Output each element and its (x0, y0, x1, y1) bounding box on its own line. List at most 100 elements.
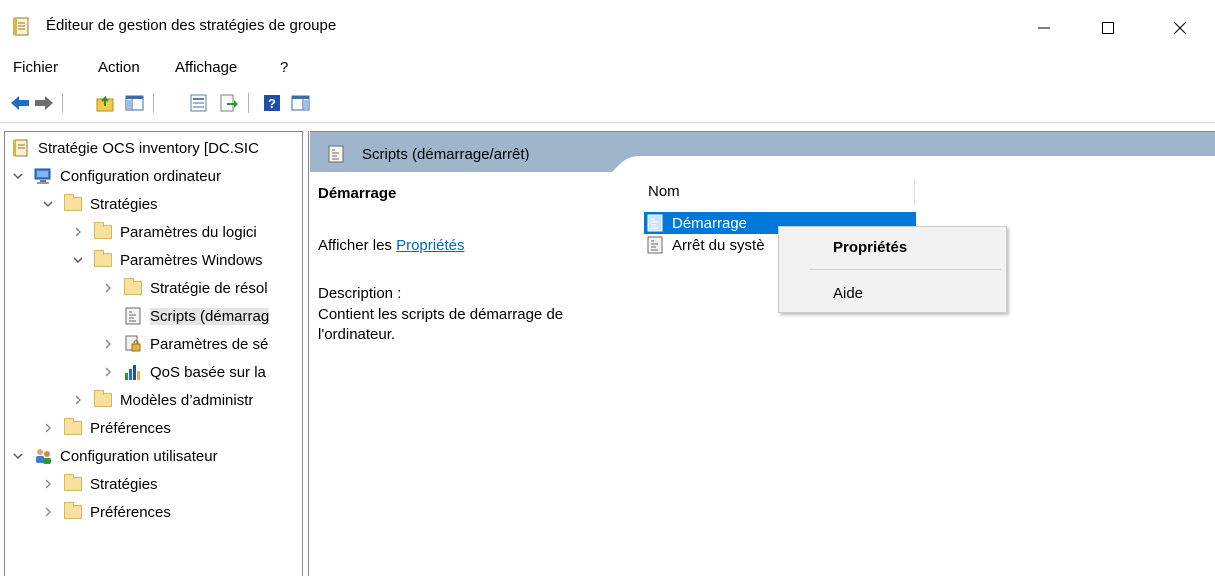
forward-button[interactable] (34, 93, 54, 113)
maximize-icon (1102, 22, 1114, 34)
properties-button[interactable] (189, 93, 209, 113)
tree-item-parametres-windows[interactable]: Paramètres Windows (71, 248, 263, 272)
forward-arrow-icon (35, 96, 53, 110)
folder-icon (93, 250, 113, 269)
tree-item-label: Paramètres du logici (120, 223, 257, 241)
tree-item-label: Scripts (démarrag (150, 307, 270, 325)
close-button[interactable] (1157, 10, 1203, 46)
chevron-down-icon[interactable] (71, 253, 85, 267)
context-menu-separator (809, 269, 1001, 270)
tree-item-label: Préférences (90, 419, 171, 437)
chevron-right-icon[interactable] (41, 421, 55, 435)
chevron-right-icon[interactable] (41, 505, 55, 519)
tree-root-label: Stratégie OCS inventory [DC.SIC (38, 139, 259, 157)
svg-text:?: ? (268, 96, 276, 111)
tree-item-configuration-ordinateur[interactable]: Configuration ordinateur (11, 164, 221, 188)
column-header-nom[interactable]: Nom (640, 178, 915, 206)
tree-item-preferences[interactable]: Préférences (41, 416, 171, 440)
menu-bar: Fichier Action Affichage ? (0, 56, 1215, 80)
tree-item-qos[interactable]: QoS basée sur la (101, 360, 266, 384)
tree-item-strategie-resolution[interactable]: Stratégie de résol (101, 276, 268, 300)
back-button[interactable] (10, 93, 30, 113)
list-item-label: Arrêt du systè (672, 236, 765, 254)
context-menu-properties[interactable]: Propriétés (779, 231, 1006, 263)
folder-icon (93, 222, 113, 241)
pane-splitter[interactable] (302, 131, 309, 576)
tree-item-modeles-admin[interactable]: Modèles d’administr (71, 388, 253, 412)
policy-doc-icon (11, 139, 31, 157)
close-icon (1173, 21, 1187, 35)
action-pane-button[interactable] (291, 93, 311, 113)
tree-item-label: Paramètres de sé (150, 335, 269, 353)
chevron-down-icon[interactable] (11, 169, 25, 183)
description-text: Contient les scripts de démarrage de l'o… (318, 306, 564, 343)
chevron-right-icon[interactable] (101, 281, 115, 295)
action-pane-icon (291, 95, 310, 111)
chevron-down-icon[interactable] (11, 449, 25, 463)
computer-icon (33, 167, 53, 185)
folder-icon (63, 474, 83, 493)
details-pane: Scripts (démarrage/arrêt) Démarrage Affi… (310, 131, 1215, 576)
console-tree[interactable]: Stratégie OCS inventory [DC.SIC Configur… (4, 131, 302, 576)
export-list-icon (220, 94, 238, 112)
startup-script-icon (646, 214, 664, 232)
details-header-title: Scripts (démarrage/arrêt) (362, 146, 530, 163)
qos-chart-icon (123, 363, 143, 381)
tree-item-label: Configuration ordinateur (60, 167, 221, 185)
tree-item-label: Préférences (90, 503, 171, 521)
tree-item-label: Modèles d’administr (120, 391, 254, 409)
tree-item-strategies-utilisateur[interactable]: Stratégies (41, 472, 158, 496)
maximize-button[interactable] (1085, 10, 1131, 46)
chevron-right-icon[interactable] (101, 337, 115, 351)
window-title: Éditeur de gestion des stratégies de gro… (46, 17, 337, 34)
chevron-right-icon[interactable] (41, 477, 55, 491)
up-level-button[interactable] (96, 93, 116, 113)
menu-action[interactable]: Action (98, 59, 140, 76)
properties-link[interactable]: Propriétés (396, 237, 464, 254)
chevron-right-icon[interactable] (71, 393, 85, 407)
folder-icon (63, 418, 83, 437)
export-list-button[interactable] (219, 93, 239, 113)
back-arrow-icon (11, 96, 29, 110)
context-menu-label: Propriétés (833, 239, 908, 256)
tree-item-label: Stratégies (90, 475, 158, 493)
toolbar-divider (0, 122, 1215, 123)
up-folder-icon (96, 95, 114, 112)
show-hide-tree-button[interactable] (125, 93, 145, 113)
show-hide-tree-icon (125, 95, 144, 111)
help-button[interactable]: ? (262, 93, 282, 113)
tree-item-scripts[interactable]: Scripts (démarrag (101, 304, 270, 328)
tree-item-label: QoS basée sur la (150, 363, 266, 381)
menu-fichier[interactable]: Fichier (13, 59, 58, 76)
help-icon: ? (264, 95, 280, 111)
tree-item-strategies[interactable]: Stratégies (41, 192, 158, 216)
chevron-right-icon[interactable] (101, 365, 115, 379)
folder-icon (63, 502, 83, 521)
folder-icon (123, 278, 143, 297)
minimize-button[interactable] (1021, 10, 1067, 46)
chevron-down-icon[interactable] (41, 197, 55, 211)
details-header: Scripts (démarrage/arrêt) (310, 132, 1215, 172)
context-menu-help[interactable]: Aide (779, 277, 1006, 309)
folder-icon (63, 194, 83, 213)
extended-show-properties: Afficher les Propriétés (318, 237, 464, 254)
column-header-label: Nom (648, 183, 680, 200)
menu-help[interactable]: ? (280, 59, 288, 76)
tree-item-configuration-utilisateur[interactable]: Configuration utilisateur (11, 444, 218, 468)
script-icon (123, 307, 143, 325)
description-label: Description : (318, 285, 402, 302)
tree-item-label: Stratégies (90, 195, 158, 213)
extended-title: Démarrage (318, 185, 397, 202)
menu-affichage[interactable]: Affichage (175, 59, 237, 76)
folder-icon (93, 390, 113, 409)
users-icon (33, 447, 53, 465)
tree-item-parametres-logiciel[interactable]: Paramètres du logici (71, 220, 257, 244)
show-prefix: Afficher les (318, 237, 397, 254)
tree-item-preferences-utilisateur[interactable]: Préférences (41, 500, 171, 524)
toolbar: ? (0, 88, 1215, 116)
tree-root[interactable]: Stratégie OCS inventory [DC.SIC (11, 136, 259, 160)
tree-item-label: Configuration utilisateur (60, 447, 218, 465)
tree-item-parametres-securite[interactable]: Paramètres de sé (101, 332, 268, 356)
chevron-right-icon[interactable] (71, 225, 85, 239)
